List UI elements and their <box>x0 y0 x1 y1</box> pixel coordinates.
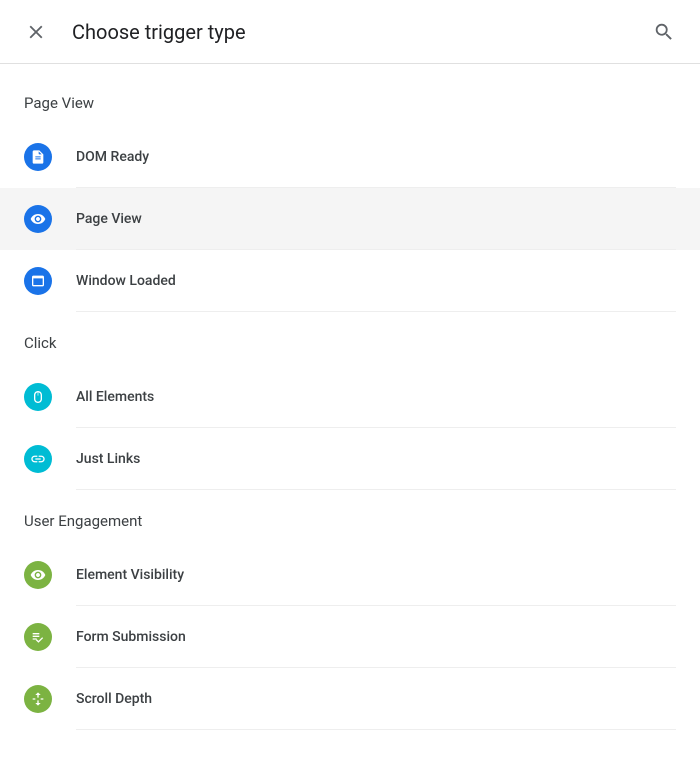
trigger-label: Window Loaded <box>76 273 176 289</box>
trigger-just-links[interactable]: Just Links <box>0 428 700 490</box>
mouse-icon <box>24 383 52 411</box>
trigger-label: Just Links <box>76 451 140 467</box>
close-button[interactable] <box>24 20 48 44</box>
section-header-click: Click <box>0 312 700 366</box>
dialog-header: Choose trigger type <box>0 0 700 64</box>
dialog-title: Choose trigger type <box>72 20 628 44</box>
search-button[interactable] <box>652 20 676 44</box>
eye-icon <box>24 205 52 233</box>
window-icon <box>24 267 52 295</box>
trigger-element-visibility[interactable]: Element Visibility <box>0 544 700 606</box>
trigger-dom-ready[interactable]: DOM Ready <box>0 126 700 188</box>
trigger-label: Scroll Depth <box>76 691 152 707</box>
trigger-list: Page View DOM Ready Page View Window Loa… <box>0 64 700 730</box>
form-icon <box>24 623 52 651</box>
visibility-icon <box>24 561 52 589</box>
trigger-label: Element Visibility <box>76 567 184 583</box>
section-header-page-view: Page View <box>0 72 700 126</box>
trigger-form-submission[interactable]: Form Submission <box>0 606 700 668</box>
trigger-label: DOM Ready <box>76 149 149 165</box>
close-icon <box>25 21 47 43</box>
scroll-icon <box>24 685 52 713</box>
document-icon <box>24 143 52 171</box>
trigger-label: Form Submission <box>76 629 186 645</box>
section-header-user-engagement: User Engagement <box>0 490 700 544</box>
trigger-label: Page View <box>76 211 142 227</box>
trigger-page-view[interactable]: Page View <box>0 188 700 250</box>
link-icon <box>24 445 52 473</box>
trigger-label: All Elements <box>76 389 154 405</box>
trigger-scroll-depth[interactable]: Scroll Depth <box>0 668 700 730</box>
trigger-window-loaded[interactable]: Window Loaded <box>0 250 700 312</box>
trigger-all-elements[interactable]: All Elements <box>0 366 700 428</box>
search-icon <box>653 21 675 43</box>
